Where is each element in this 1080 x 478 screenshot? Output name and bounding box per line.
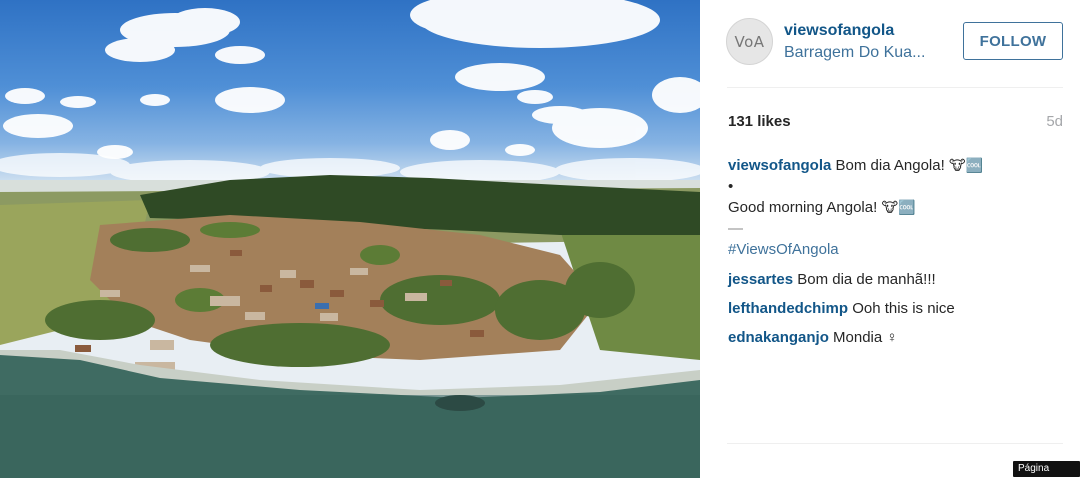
divider <box>727 443 1063 444</box>
post-photo[interactable] <box>0 0 700 478</box>
likes-count[interactable]: 131 likes <box>728 113 791 130</box>
avatar[interactable]: VoA <box>726 18 773 65</box>
comment-text: Ooh this is nice <box>852 300 955 317</box>
post-side-panel: VoA viewsofangola Barragem Do Kua... FOL… <box>700 0 1080 478</box>
post-age[interactable]: 5d <box>1046 113 1063 130</box>
post-username-link[interactable]: viewsofangola <box>784 22 894 40</box>
follow-button[interactable]: FOLLOW <box>963 22 1063 60</box>
official-page-badge: Página oficial <box>1013 461 1080 477</box>
caption-text-1: Bom dia Angola! <box>835 157 945 174</box>
divider <box>727 87 1063 88</box>
comment-username-link[interactable]: lefthandedchimp <box>728 300 848 317</box>
location-link[interactable]: Barragem Do Kua... <box>784 44 954 62</box>
comment-username-link[interactable]: ednakanganjo <box>728 329 829 346</box>
caption-dash: — <box>728 220 743 237</box>
emoji-icon: 🐮🆒 <box>948 158 983 174</box>
comment-item: ednakanganjo Mondia ♀ <box>728 329 898 346</box>
aerial-landscape-image <box>0 0 700 478</box>
emoji-icon: 🐮🆒 <box>881 200 916 216</box>
caption-bullet: • <box>728 178 734 195</box>
comment-text: Bom dia de manhã!!! <box>797 271 936 288</box>
caption-username-link[interactable]: viewsofangola <box>728 157 831 174</box>
comment-text: Mondia ♀ <box>833 329 898 346</box>
comment-item: jessartes Bom dia de manhã!!! <box>728 271 936 288</box>
caption-line-1: viewsofangola Bom dia Angola! 🐮🆒 <box>728 157 983 174</box>
caption-line-2: Good morning Angola! 🐮🆒 <box>728 199 915 216</box>
comment-username-link[interactable]: jessartes <box>728 271 793 288</box>
caption-text-2: Good morning Angola! <box>728 199 878 216</box>
hashtag-link[interactable]: #ViewsOfAngola <box>728 241 839 258</box>
comment-item: lefthandedchimp Ooh this is nice <box>728 300 955 317</box>
post-header: VoA viewsofangola Barragem Do Kua... FOL… <box>700 0 1080 88</box>
